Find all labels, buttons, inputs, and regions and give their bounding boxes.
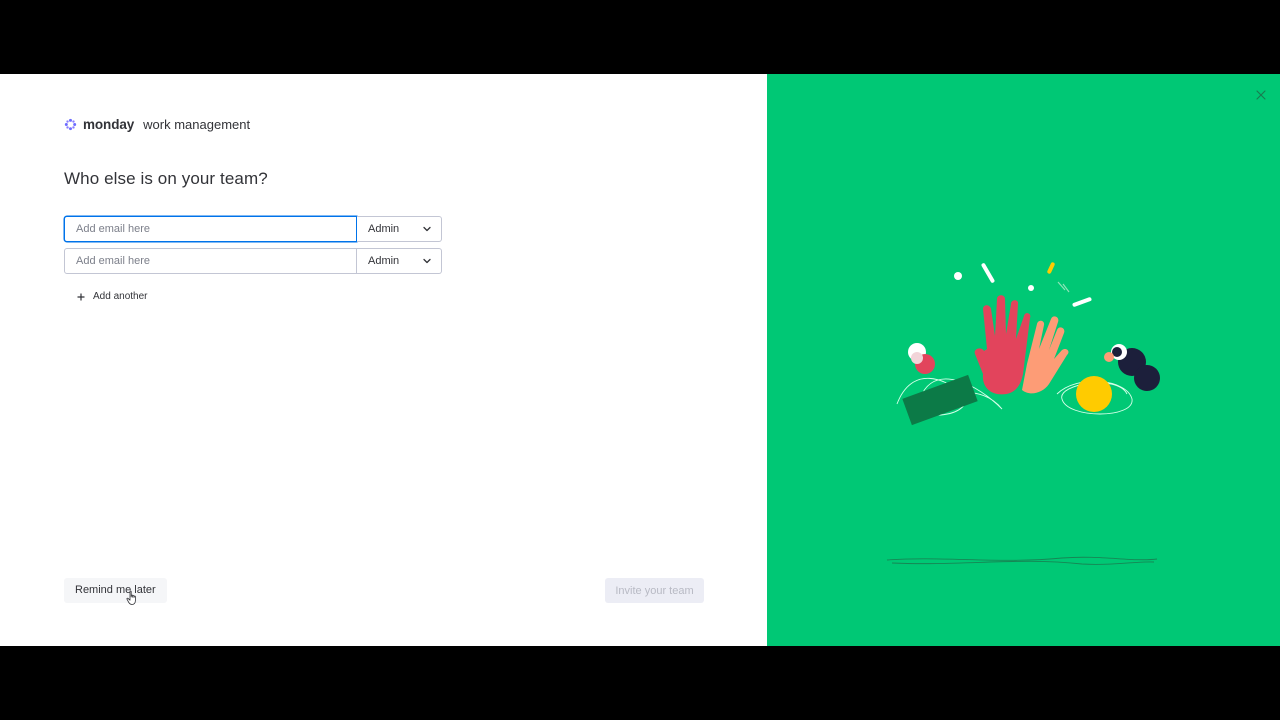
monday-logo-icon — [64, 118, 77, 131]
onboarding-modal: monday work management Who else is on yo… — [0, 74, 1280, 646]
role-dropdown[interactable]: Admin — [357, 248, 442, 274]
invite-form-panel: monday work management Who else is on yo… — [0, 74, 767, 646]
logo: monday work management — [64, 117, 250, 132]
remind-me-later-button[interactable]: Remind me later — [64, 578, 167, 603]
illustration-panel — [767, 74, 1280, 646]
plus-icon — [77, 293, 85, 300]
invite-row: Admin — [64, 248, 442, 274]
invite-your-team-button[interactable]: Invite your team — [605, 578, 704, 603]
ground-scribble — [886, 556, 1158, 565]
hand-cursor-icon — [126, 590, 136, 605]
logo-product-text: work management — [143, 117, 251, 132]
role-dropdown-value: Admin — [368, 255, 400, 267]
logo-brand-text: monday — [83, 117, 135, 132]
page-title: Who else is on your team? — [64, 169, 268, 188]
add-another-button[interactable]: Add another — [77, 291, 148, 302]
chevron-down-icon — [423, 226, 431, 232]
email-field[interactable] — [64, 248, 357, 274]
role-dropdown[interactable]: Admin — [357, 216, 442, 242]
add-another-label: Add another — [93, 291, 148, 302]
email-field[interactable] — [64, 216, 357, 242]
invite-row: Admin — [64, 216, 442, 242]
high-five-illustration — [896, 262, 1160, 426]
close-icon[interactable] — [1256, 90, 1266, 100]
role-dropdown-value: Admin — [368, 223, 400, 235]
chevron-down-icon — [423, 258, 431, 264]
